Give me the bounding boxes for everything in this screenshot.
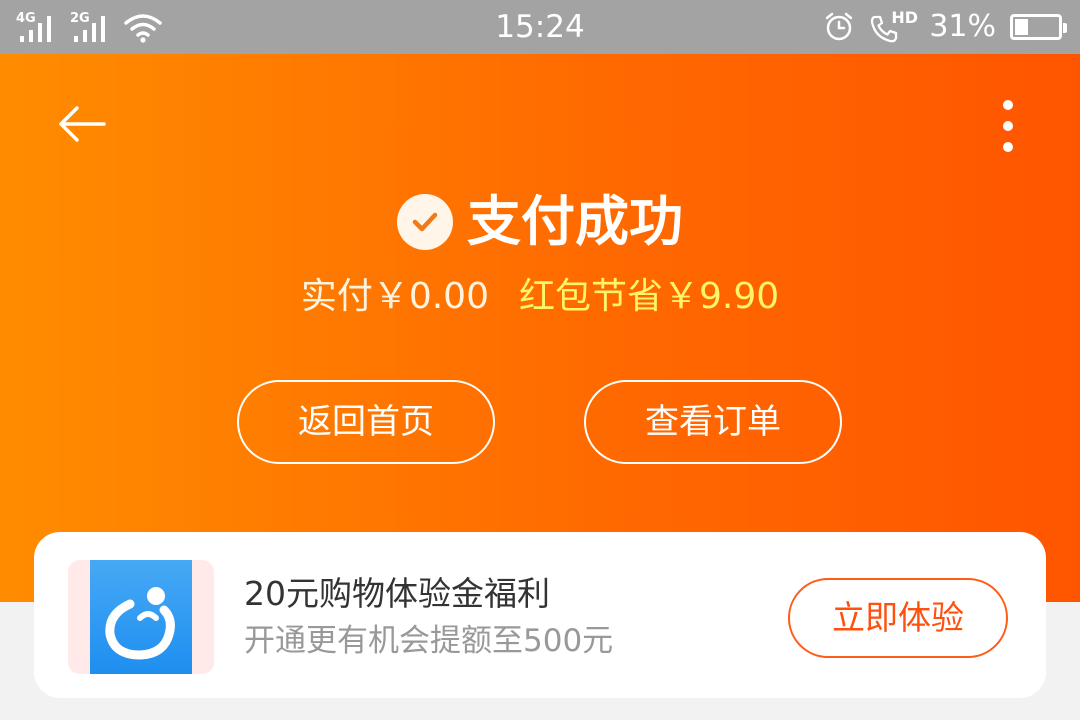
page-title: 支付成功 [467,190,683,253]
alarm-icon [826,12,853,41]
view-order-button[interactable]: 查看订单 [584,380,842,464]
promo-card[interactable]: 20元购物体验金福利 开通更有机会提额至500元 立即体验 [34,532,1046,698]
promo-subtitle: 开通更有机会提额至500元 [244,623,614,659]
try-now-button[interactable]: 立即体验 [788,578,1008,658]
battery-percent: 31% [929,9,996,44]
more-button[interactable] [992,96,1024,156]
app-phone-icon [90,560,192,674]
saved-amount: 红包节省￥9.90 [519,276,780,317]
payment-amounts: 实付￥0.00 红包节省￥9.90 [0,274,1080,320]
payment-header: 支付成功 实付￥0.00 红包节省￥9.90 返回首页 查看订单 [0,54,1080,602]
promo-image [68,560,214,674]
hd-label: HD [891,8,918,27]
hd-call-icon: HD [869,8,918,44]
status-bar: 4G 2G 15:24 HD 31% [0,0,1080,54]
back-button[interactable] [52,99,112,149]
battery-icon [1010,14,1067,40]
promo-title: 20元购物体验金福利 [244,574,550,613]
return-home-button[interactable]: 返回首页 [237,380,495,464]
status-bar-right: HD 31% [823,8,1067,45]
back-arrow-icon [59,106,106,142]
more-vertical-icon [1003,100,1013,110]
check-circle-icon [397,194,453,250]
paid-amount: 实付￥0.00 [300,276,489,317]
battery-fill [1015,19,1028,35]
payment-status: 支付成功 [0,189,1080,255]
